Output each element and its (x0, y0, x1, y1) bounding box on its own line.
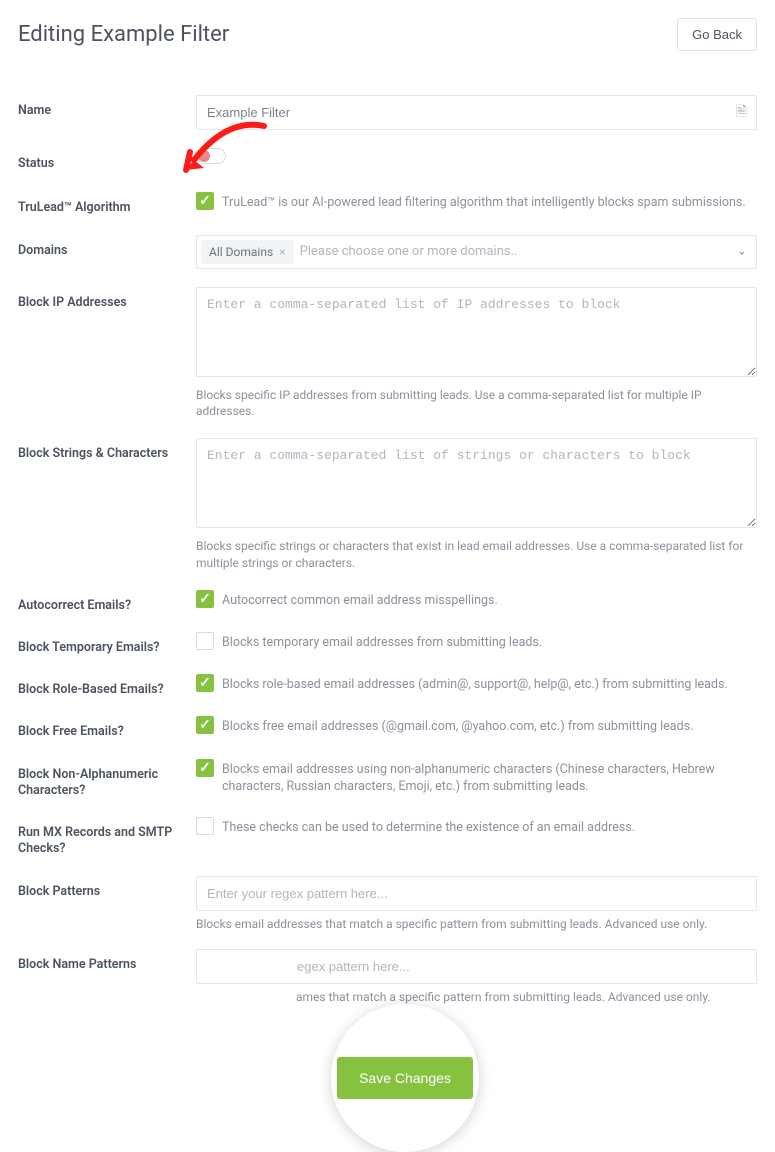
chevron-down-icon: ⌄ (738, 246, 746, 257)
blocknonalpha-label: Block Non-Alphanumeric Characters? (18, 759, 196, 800)
mxrecords-desc: These checks can be used to determine th… (222, 817, 635, 837)
document-icon: 🗎 (736, 101, 747, 125)
domains-placeholder: Please choose one or more domains.. (300, 244, 518, 259)
blocknamepatterns-input[interactable] (196, 949, 757, 984)
autocorrect-label: Autocorrect Emails? (18, 590, 196, 614)
domains-label: Domains (18, 235, 196, 259)
blockfree-desc: Blocks free email addresses (@gmail.com,… (222, 716, 693, 736)
blockpatterns-help: Blocks email addresses that match a spec… (196, 917, 757, 931)
blockip-help: Blocks specific IP addresses from submit… (196, 387, 757, 421)
blockpatterns-label: Block Patterns (18, 876, 196, 900)
blockip-textarea[interactable] (196, 287, 757, 377)
autocorrect-desc: Autocorrect common email address misspel… (222, 590, 498, 610)
trulead-desc: TruLead™ is our AI-powered lead filterin… (222, 192, 746, 212)
blocktemp-label: Block Temporary Emails? (18, 632, 196, 656)
blockstrings-textarea[interactable] (196, 438, 757, 528)
blockip-label: Block IP Addresses (18, 287, 196, 311)
mxrecords-checkbox[interactable] (196, 817, 214, 835)
trulead-checkbox[interactable] (196, 192, 214, 210)
trulead-label: TruLead™ Algorithm (18, 192, 196, 216)
domains-select[interactable]: All Domains × Please choose one or more … (196, 235, 757, 269)
name-label: Name (18, 95, 196, 119)
domain-chip-label: All Domains (209, 245, 273, 259)
blocknamepatterns-help: ames that match a specific pattern from … (196, 990, 757, 1004)
blocktemp-checkbox[interactable] (196, 632, 214, 650)
name-input[interactable] (196, 95, 757, 130)
blockfree-checkbox[interactable] (196, 716, 214, 734)
blockpatterns-input[interactable] (196, 876, 757, 911)
blockrole-desc: Blocks role-based email addresses (admin… (222, 674, 728, 694)
blockrole-checkbox[interactable] (196, 674, 214, 692)
blockstrings-help: Blocks specific strings or characters th… (196, 538, 757, 572)
blockrole-label: Block Role-Based Emails? (18, 674, 196, 698)
autocorrect-checkbox[interactable] (196, 590, 214, 608)
save-highlight-circle: Save Changes (331, 1004, 479, 1152)
blocknamepatterns-label: Block Name Patterns (18, 949, 196, 973)
save-button[interactable]: Save Changes (337, 1057, 473, 1099)
mxrecords-label: Run MX Records and SMTP Checks? (18, 817, 196, 858)
blocknonalpha-checkbox[interactable] (196, 759, 214, 777)
blocknonalpha-desc: Blocks email addresses using non-alphanu… (222, 759, 757, 796)
chip-remove-icon[interactable]: × (279, 245, 285, 259)
go-back-button[interactable]: Go Back (677, 18, 757, 51)
domain-chip: All Domains × (201, 240, 294, 264)
page-title: Editing Example Filter (18, 22, 229, 47)
status-label: Status (18, 148, 196, 172)
blockfree-label: Block Free Emails? (18, 716, 196, 740)
status-toggle[interactable] (196, 148, 226, 164)
blocktemp-desc: Blocks temporary email addresses from su… (222, 632, 542, 652)
blockstrings-label: Block Strings & Characters (18, 438, 196, 462)
